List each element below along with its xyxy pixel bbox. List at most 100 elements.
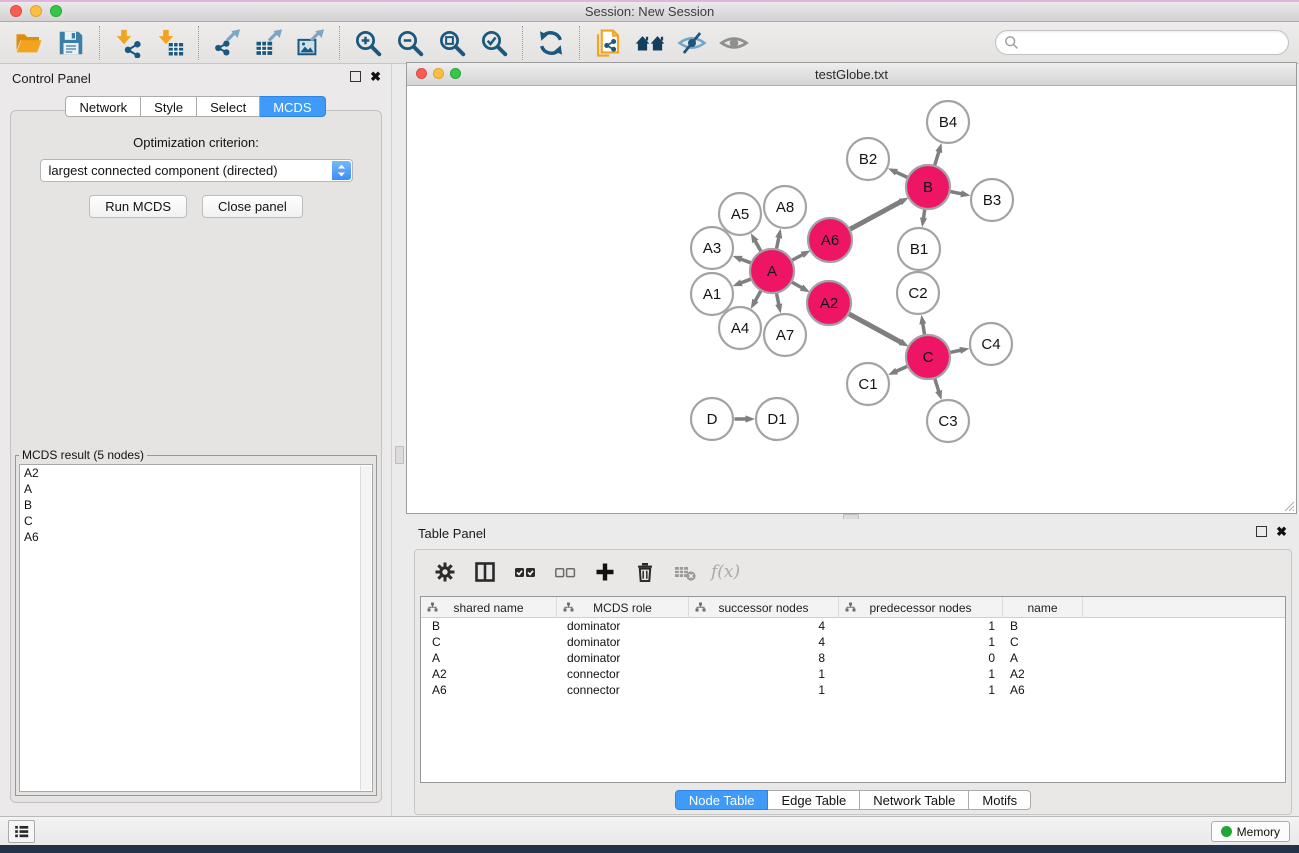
graph-edge-C-C1[interactable] [896,366,907,371]
graph-node-A2[interactable]: A2 [807,281,851,325]
tab-network[interactable]: Network [65,96,141,117]
graph-edge-A2-C[interactable] [849,314,901,342]
refresh-button[interactable] [530,25,572,61]
settings-button[interactable] [427,555,463,589]
import-table-button[interactable] [149,25,191,61]
graph-edge-A-A3[interactable] [741,259,751,263]
network-window-titlebar[interactable]: testGlobe.txt [407,63,1296,86]
close-panel-button[interactable]: Close panel [202,195,303,218]
graph-node-C[interactable]: C [906,335,950,379]
save-button[interactable] [50,25,92,61]
graph-node-B2[interactable]: B2 [847,138,889,180]
mcds-result-item[interactable]: B [20,497,372,513]
tab-style[interactable]: Style [141,96,197,117]
tab-mcds[interactable]: MCDS [260,96,325,117]
column-header-name[interactable]: name [1003,597,1083,618]
graph-edge-B-B4[interactable] [935,152,939,166]
graph-edge-A-A4[interactable] [755,291,761,301]
graph-edge-B-B2[interactable] [896,172,908,177]
network-zoom-button[interactable] [450,68,461,79]
table-tab-edge-table[interactable]: Edge Table [768,790,860,810]
graph-edge-A-A2[interactable] [792,282,802,288]
graph-node-C2[interactable]: C2 [897,272,939,314]
table-tab-motifs[interactable]: Motifs [969,790,1031,810]
network-minimize-button[interactable] [433,68,444,79]
graph-edge-B-B3[interactable] [950,191,962,193]
graph-node-D1[interactable]: D1 [756,398,798,440]
column-header-successor-nodes[interactable]: successor nodes [689,597,839,618]
mcds-result-item[interactable]: A2 [20,465,372,481]
add-column-button[interactable] [587,555,623,589]
criterion-dropdown[interactable]: largest connected component (directed) [40,159,353,182]
zoom-in-button[interactable] [347,25,389,61]
table-row[interactable]: Cdominator41C [421,634,1285,650]
table-row[interactable]: Bdominator41B [421,618,1285,634]
close-table-panel-icon[interactable]: ✖ [1276,526,1287,537]
column-header-shared-name[interactable]: shared name [421,597,557,618]
graph-edge-A-A5[interactable] [755,241,761,251]
search-input[interactable] [1019,33,1288,53]
graph-node-A3[interactable]: A3 [691,227,733,269]
graph-edge-A-A1[interactable] [741,279,751,283]
new-session-button[interactable] [587,25,629,61]
network-close-button[interactable] [416,68,427,79]
export-network-button[interactable] [206,25,248,61]
graph-edge-A-A7[interactable] [776,293,778,305]
select-all-checks-button[interactable] [507,555,543,589]
delete-column-button[interactable] [627,555,663,589]
table-tab-node-table[interactable]: Node Table [675,790,769,810]
graph-node-A7[interactable]: A7 [764,314,806,356]
table-row[interactable]: A2connector11A2 [421,666,1285,682]
graph-node-A8[interactable]: A8 [764,186,806,228]
task-history-button[interactable] [8,820,35,843]
float-table-panel-icon[interactable] [1256,526,1267,537]
graph-edge-A-A8[interactable] [776,237,778,249]
graph-edge-A6-B[interactable] [850,202,901,230]
float-panel-icon[interactable] [350,71,361,82]
export-image-button[interactable] [290,25,332,61]
graph-node-B[interactable]: B [906,165,950,209]
graph-edge-A-A6[interactable] [792,255,803,261]
close-window-button[interactable] [10,5,22,17]
import-network-button[interactable] [107,25,149,61]
graph-node-C1[interactable]: C1 [847,363,889,405]
minimize-window-button[interactable] [30,5,42,17]
mcds-result-item[interactable]: A6 [20,529,372,545]
zoom-out-button[interactable] [389,25,431,61]
open-file-button[interactable] [8,25,50,61]
deselect-all-checks-button[interactable] [547,555,583,589]
resize-grip-icon[interactable] [1281,498,1295,512]
table-row[interactable]: A6connector11A6 [421,682,1285,698]
export-table-button[interactable] [248,25,290,61]
network-canvas[interactable]: AA1A2A3A4A5A6A7A8BB1B2B3B4CC1C2C3C4DD1 [407,87,1296,513]
show-all-button[interactable] [713,25,755,61]
graph-node-C4[interactable]: C4 [970,323,1012,365]
graph-node-A6[interactable]: A6 [808,218,852,262]
zoom-fit-button[interactable] [431,25,473,61]
split-columns-button[interactable] [467,555,503,589]
graph-edge-B-B1[interactable] [923,209,924,218]
table-tab-network-table[interactable]: Network Table [860,790,969,810]
graph-node-A[interactable]: A [750,249,794,293]
graph-edge-C-C4[interactable] [950,350,961,352]
graph-node-A1[interactable]: A1 [691,273,733,315]
hide-selected-button[interactable] [671,25,713,61]
graph-node-B4[interactable]: B4 [927,101,969,143]
home-button[interactable] [629,25,671,61]
search-field[interactable] [995,30,1289,55]
mcds-list-scrollbar[interactable] [360,466,371,790]
graph-node-A4[interactable]: A4 [719,307,761,349]
table-row[interactable]: Adominator80A [421,650,1285,666]
graph-node-D[interactable]: D [691,398,733,440]
column-header-mcds-role[interactable]: MCDS role [557,597,689,618]
run-mcds-button[interactable]: Run MCDS [89,195,187,218]
memory-button[interactable]: Memory [1211,821,1290,842]
graph-node-B1[interactable]: B1 [898,228,940,270]
mcds-result-item[interactable]: A [20,481,372,497]
zoom-window-button[interactable] [50,5,62,17]
graph-node-C3[interactable]: C3 [927,400,969,442]
tab-select[interactable]: Select [197,96,260,117]
graph-edge-C-C2[interactable] [923,324,925,335]
vertical-sash-grip[interactable] [395,446,404,464]
column-header-predecessor-nodes[interactable]: predecessor nodes [839,597,1003,618]
